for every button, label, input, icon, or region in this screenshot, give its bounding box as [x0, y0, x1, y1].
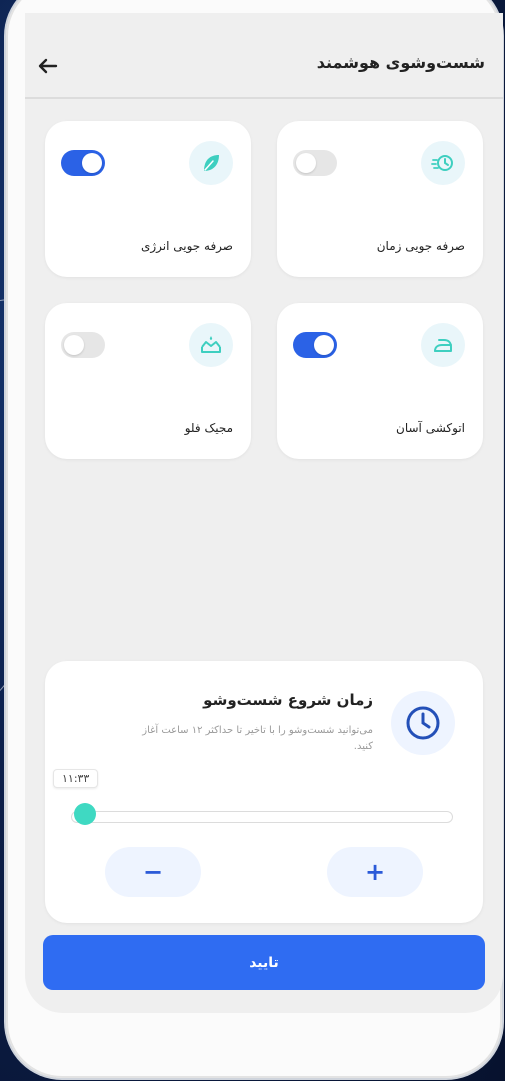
option-card-magic-flow: مجیک فلو — [45, 303, 251, 459]
increase-time-button[interactable]: + — [327, 847, 423, 897]
confirm-button[interactable]: تایید — [43, 935, 485, 990]
option-card-energy-saving: صرفه جویی انرژی — [45, 121, 251, 277]
option-label-energy-saving: صرفه جویی انرژی — [140, 239, 233, 253]
clock-icon — [391, 691, 455, 755]
arrow-left-icon — [38, 58, 58, 74]
start-time-description: می‌توانید شست‌وشو را با تاخیر تا حداکثر … — [142, 725, 373, 752]
toggle-knob — [296, 153, 316, 173]
toggle-knob — [82, 153, 102, 173]
option-card-time-saving: صرفه جویی زمان — [277, 121, 483, 277]
app-screen: شست‌وشوی هوشمند صرفه جویی زمان — [25, 13, 503, 1013]
selected-time-label: ۱۱:۳۳ — [53, 769, 99, 788]
app-header: شست‌وشوی هوشمند — [25, 13, 503, 103]
option-label-time-saving: صرفه جویی زمان — [376, 239, 465, 253]
toggle-knob — [314, 335, 334, 355]
header-divider — [25, 97, 503, 99]
option-label-easy-ironing: اتوکشی آسان — [396, 421, 465, 435]
page-title: شست‌وشوی هوشمند — [316, 53, 485, 72]
option-card-easy-ironing: اتوکشی آسان — [277, 303, 483, 459]
leaf-icon — [189, 141, 233, 185]
delay-slider-thumb[interactable] — [73, 803, 96, 825]
start-time-title: زمان شروع شست‌وشو — [203, 691, 373, 709]
toggle-knob — [64, 335, 84, 355]
iron-icon — [421, 323, 465, 367]
decrease-time-button[interactable]: − — [105, 847, 201, 897]
delay-slider-track[interactable] — [71, 811, 453, 823]
energy-saving-toggle[interactable] — [61, 150, 105, 176]
easy-ironing-toggle[interactable] — [293, 332, 337, 358]
option-label-magic-flow: مجیک فلو — [184, 421, 233, 435]
back-button[interactable] — [35, 53, 61, 79]
start-time-card: زمان شروع شست‌وشو می‌توانید شست‌وشو را ب… — [45, 661, 483, 923]
time-saving-toggle[interactable] — [293, 150, 337, 176]
phone-frame: شست‌وشوی هوشمند صرفه جویی زمان — [6, 0, 503, 1078]
magic-flow-toggle[interactable] — [61, 332, 105, 358]
fast-clock-icon — [421, 141, 465, 185]
water-crown-icon — [189, 323, 233, 367]
